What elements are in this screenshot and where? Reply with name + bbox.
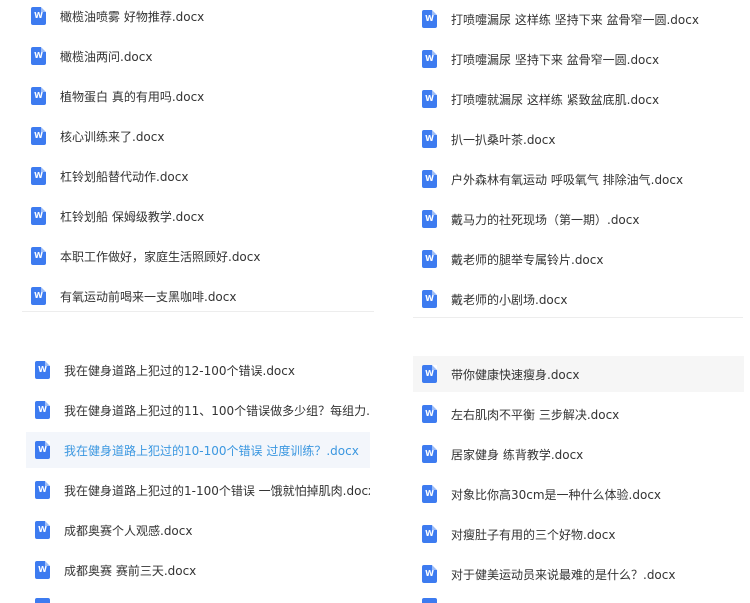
file-name: 戴老师的腿举专属铃片.docx bbox=[451, 252, 604, 267]
word-doc-icon: W bbox=[422, 10, 437, 28]
file-item[interactable]: W 打喷嚏漏尿 这样练 坚持下来 盆骨窄一圆.docx bbox=[413, 1, 743, 37]
file-item[interactable]: W 我在健身道路上犯过的1-100个错误 一饿就怕掉肌肉.docx bbox=[26, 472, 370, 508]
word-doc-icon: W bbox=[35, 481, 50, 499]
word-doc-icon: W bbox=[422, 365, 437, 383]
word-doc-icon: W bbox=[422, 90, 437, 108]
file-item[interactable]: W 核心训练来了.docx bbox=[22, 118, 374, 154]
word-doc-icon: W bbox=[35, 361, 50, 379]
word-doc-icon: W bbox=[31, 87, 46, 105]
file-name: 我在健身道路上犯过的12-100个错误.docx bbox=[64, 363, 295, 378]
file-item[interactable]: W 橄榄油两问.docx bbox=[22, 38, 374, 74]
file-panel-bottom-left: W 我在健身道路上犯过的12-100个错误.docx W 我在健身道路上犯过的11、… bbox=[26, 348, 370, 603]
word-doc-icon: W bbox=[31, 7, 46, 25]
file-name: 带你健康快速瘦身.docx bbox=[451, 367, 580, 382]
file-item[interactable]: W 打喷嚏就漏尿 这样练 紧致盆底肌.docx bbox=[413, 81, 743, 117]
word-doc-icon: W bbox=[422, 290, 437, 308]
file-name: 成都奥赛 赛前三天.docx bbox=[64, 563, 197, 578]
panel-divider bbox=[22, 311, 374, 312]
file-name: 打喷嚏漏尿 这样练 坚持下来 盆骨窄一圆.docx bbox=[451, 12, 699, 27]
file-item-selected[interactable]: W 我在健身道路上犯过的10-100个错误 过度训练？.docx bbox=[26, 432, 370, 468]
file-name: 杠铃划船 保姆级教学.docx bbox=[60, 209, 205, 224]
file-item[interactable]: W 戴马力的社死现场（第一期）.docx bbox=[413, 201, 743, 237]
file-item[interactable]: W 杠铃划船替代动作.docx bbox=[22, 158, 374, 194]
file-item[interactable]: W 左右肌肉不平衡 三步解决.docx bbox=[413, 396, 744, 432]
file-name: 橄榄油两问.docx bbox=[60, 49, 153, 64]
word-doc-icon: W bbox=[422, 565, 437, 583]
file-name: 左右肌肉不平衡 三步解决.docx bbox=[451, 407, 620, 422]
word-doc-icon: W bbox=[31, 247, 46, 265]
word-doc-icon: W bbox=[422, 525, 437, 543]
file-panel-bottom-right: W 带你健康快速瘦身.docx W 左右肌肉不平衡 三步解决.docx W 居家健身 … bbox=[413, 355, 744, 603]
panel-divider bbox=[413, 317, 743, 318]
file-name: 本职工作做好，家庭生活照顾好.docx bbox=[60, 249, 261, 264]
file-name: 戴马力的社死现场（第一期）.docx bbox=[451, 212, 640, 227]
word-doc-icon: W bbox=[35, 521, 50, 539]
word-doc-icon: W bbox=[35, 441, 50, 459]
word-doc-icon: W bbox=[422, 485, 437, 503]
file-item[interactable]: W 戴老师的腿举专属铃片.docx bbox=[413, 241, 743, 277]
word-doc-icon: W bbox=[422, 250, 437, 268]
file-item-hover[interactable]: W 带你健康快速瘦身.docx bbox=[413, 356, 744, 392]
file-item[interactable]: W 居家健身 练背教学.docx bbox=[413, 436, 744, 472]
word-doc-icon: W bbox=[31, 167, 46, 185]
file-item[interactable]: W 植物蛋白 真的有用吗.docx bbox=[22, 78, 374, 114]
file-item[interactable]: W 我在健身道路上犯过的11、100个错误做多少组？每组力.. bbox=[26, 392, 370, 428]
word-doc-icon: W bbox=[422, 445, 437, 463]
file-item[interactable]: W 户外森林有氧运动 呼吸氧气 排除油气.docx bbox=[413, 161, 743, 197]
word-doc-icon: W bbox=[422, 405, 437, 423]
word-doc-icon: W bbox=[31, 47, 46, 65]
file-name: 居家健身 练背教学.docx bbox=[451, 447, 584, 462]
file-name: 有氧运动前喝来一支黑咖啡.docx bbox=[60, 289, 237, 304]
file-item[interactable]: W 橄榄油喷雾 好物推荐.docx bbox=[22, 0, 374, 34]
word-doc-icon: W bbox=[31, 207, 46, 225]
file-name: 橄榄油喷雾 好物推荐.docx bbox=[60, 9, 205, 24]
file-item[interactable]: W 本职工作做好，家庭生活照顾好.docx bbox=[22, 238, 374, 274]
word-doc-icon bbox=[422, 598, 437, 603]
word-doc-icon: W bbox=[422, 170, 437, 188]
file-item[interactable]: W 扒一扒桑叶茶.docx bbox=[413, 121, 743, 157]
file-name: 对于健美运动员来说最难的是什么？.docx bbox=[451, 567, 676, 582]
file-name: 成都奥赛个人观感.docx bbox=[64, 523, 193, 538]
word-doc-icon bbox=[35, 598, 50, 603]
file-name: 我在健身道路上犯过的10-100个错误 过度训练？.docx bbox=[64, 443, 359, 458]
file-name: 对象比你高30cm是一种什么体验.docx bbox=[451, 487, 662, 502]
file-item[interactable]: W 对象比你高30cm是一种什么体验.docx bbox=[413, 476, 744, 512]
word-doc-icon: W bbox=[31, 127, 46, 145]
file-item[interactable]: W 成都奥赛 赛前三天.docx bbox=[26, 552, 370, 588]
file-item[interactable]: W 我在健身道路上犯过的12-100个错误.docx bbox=[26, 352, 370, 388]
word-doc-icon: W bbox=[31, 287, 46, 305]
file-name: 打喷嚏漏尿 坚持下来 盆骨窄一圆.docx bbox=[451, 52, 660, 67]
file-name: 扒一扒桑叶茶.docx bbox=[451, 132, 556, 147]
file-item[interactable]: W 杠铃划船 保姆级教学.docx bbox=[22, 198, 374, 234]
file-item[interactable]: W 有氧运动前喝来一支黑咖啡.docx bbox=[22, 278, 374, 312]
file-panel-top-left: W 橄榄油喷雾 好物推荐.docx W 橄榄油两问.docx W 植物蛋白 真的有用吗… bbox=[22, 0, 374, 312]
file-item[interactable]: W 对于健美运动员来说最难的是什么？.docx bbox=[413, 556, 744, 592]
file-name: 杠铃划船替代动作.docx bbox=[60, 169, 189, 184]
word-doc-icon: W bbox=[35, 401, 50, 419]
word-doc-icon: W bbox=[422, 210, 437, 228]
file-item[interactable]: W 成都奥赛个人观感.docx bbox=[26, 512, 370, 548]
file-name: 打喷嚏就漏尿 这样练 紧致盆底肌.docx bbox=[451, 92, 660, 107]
file-item[interactable]: W 对瘦肚子有用的三个好物.docx bbox=[413, 516, 744, 552]
file-name: 户外森林有氧运动 呼吸氧气 排除油气.docx bbox=[451, 172, 684, 187]
word-doc-icon: W bbox=[35, 561, 50, 579]
file-name: 对瘦肚子有用的三个好物.docx bbox=[451, 527, 616, 542]
file-item[interactable]: W 戴老师的小剧场.docx bbox=[413, 281, 743, 317]
word-doc-icon: W bbox=[422, 130, 437, 148]
file-panel-top-right: W 打喷嚏漏尿 这样练 坚持下来 盆骨窄一圆.docx W 打喷嚏漏尿 坚持下来 盆… bbox=[413, 0, 743, 318]
file-name: 植物蛋白 真的有用吗.docx bbox=[60, 89, 205, 104]
file-name: 我在健身道路上犯过的1-100个错误 一饿就怕掉肌肉.docx bbox=[64, 483, 370, 498]
word-doc-icon: W bbox=[422, 50, 437, 68]
file-name: 核心训练来了.docx bbox=[60, 129, 165, 144]
file-item[interactable]: W 打喷嚏漏尿 坚持下来 盆骨窄一圆.docx bbox=[413, 41, 743, 77]
file-name: 我在健身道路上犯过的11、100个错误做多少组？每组力.. bbox=[64, 403, 370, 418]
file-name: 戴老师的小剧场.docx bbox=[451, 292, 568, 307]
